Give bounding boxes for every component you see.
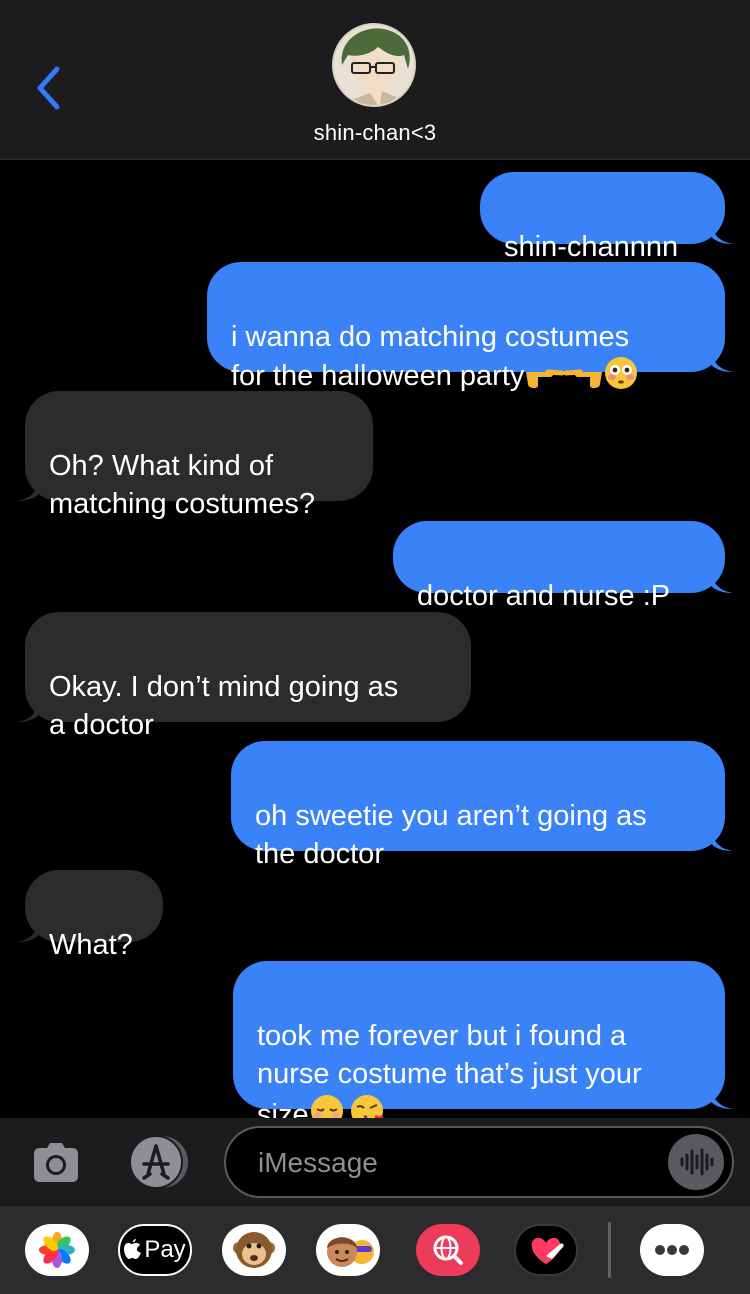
message-text: shin-channnn: [504, 231, 679, 263]
bubble-tail: [17, 920, 39, 942]
memoji-icon: [327, 1237, 374, 1267]
flushed-face-emoji: [605, 357, 638, 389]
more-apps-button[interactable]: [640, 1224, 704, 1276]
avatar-illustration: [334, 25, 414, 105]
message-thread: shin-channnn i wanna do matching costume…: [0, 160, 750, 1131]
message-bubble-sent[interactable]: i wanna do matching costumes for the hal…: [207, 262, 733, 392]
bubble-tail: [711, 350, 733, 372]
camera-button[interactable]: [28, 1134, 84, 1190]
message-text: Okay. I don’t mind going as a doctor: [49, 671, 399, 741]
message-text: doctor and nurse :P: [417, 580, 671, 612]
heart-touch-icon: [531, 1237, 564, 1264]
app-store-icon: [129, 1135, 188, 1189]
photos-app-button[interactable]: [25, 1224, 89, 1276]
message-bubble-sent[interactable]: took me forever but i found a nurse cost…: [233, 961, 733, 1131]
bubble-tail: [711, 829, 733, 851]
drawer-divider: [608, 1222, 611, 1278]
bubble-tail: [17, 479, 39, 501]
app-store-button[interactable]: [124, 1134, 192, 1190]
image-search-app-button[interactable]: [416, 1224, 480, 1276]
apple-pay-label: Pay: [144, 1236, 186, 1263]
message-bubble-sent[interactable]: oh sweetie you aren’t going as the docto…: [231, 741, 733, 870]
apple-logo-icon: [124, 1239, 142, 1259]
app-drawer: Pay: [0, 1206, 750, 1294]
message-input-field[interactable]: [224, 1126, 734, 1198]
memoji-app-button[interactable]: [316, 1224, 380, 1276]
bubble-tail: [711, 1087, 733, 1109]
conversation-header: shin-chan<3: [0, 0, 750, 160]
message-text: What?: [49, 929, 133, 961]
globe-search-icon: [433, 1235, 463, 1265]
message-bubble-received[interactable]: What?: [17, 870, 163, 961]
apple-pay-app-button[interactable]: Pay: [118, 1224, 192, 1276]
monkey-animoji-icon: [233, 1232, 275, 1268]
bubble-tail: [711, 571, 733, 593]
contact-name[interactable]: shin-chan<3: [0, 120, 750, 146]
digital-touch-app-button[interactable]: [514, 1224, 578, 1276]
audio-message-button[interactable]: [668, 1134, 724, 1190]
bubble-tail: [711, 222, 733, 244]
contact-avatar[interactable]: [332, 23, 416, 107]
message-input[interactable]: [256, 1142, 660, 1184]
message-text: Oh? What kind of matching costumes?: [49, 450, 315, 520]
camera-icon: [34, 1143, 78, 1182]
message-bubble-sent[interactable]: doctor and nurse :P: [393, 521, 733, 612]
back-button[interactable]: [30, 64, 66, 112]
message-bubble-sent[interactable]: shin-channnn: [480, 172, 733, 263]
bubble-tail: [17, 700, 39, 722]
message-text: oh sweetie you aren’t going as the docto…: [255, 800, 647, 870]
pointing-right-emoji: [526, 369, 565, 389]
message-bubble-received[interactable]: Okay. I don’t mind going as a doctor: [17, 612, 471, 741]
message-composer: [0, 1118, 750, 1206]
animoji-app-button[interactable]: [222, 1224, 286, 1276]
message-bubble-received[interactable]: Oh? What kind of matching costumes?: [17, 391, 373, 520]
audio-waveform-icon: [680, 1148, 714, 1176]
pointing-left-emoji: [564, 369, 603, 389]
chevron-left-icon: [37, 66, 60, 110]
photos-icon: [39, 1232, 75, 1268]
more-dots-icon: [655, 1245, 689, 1255]
